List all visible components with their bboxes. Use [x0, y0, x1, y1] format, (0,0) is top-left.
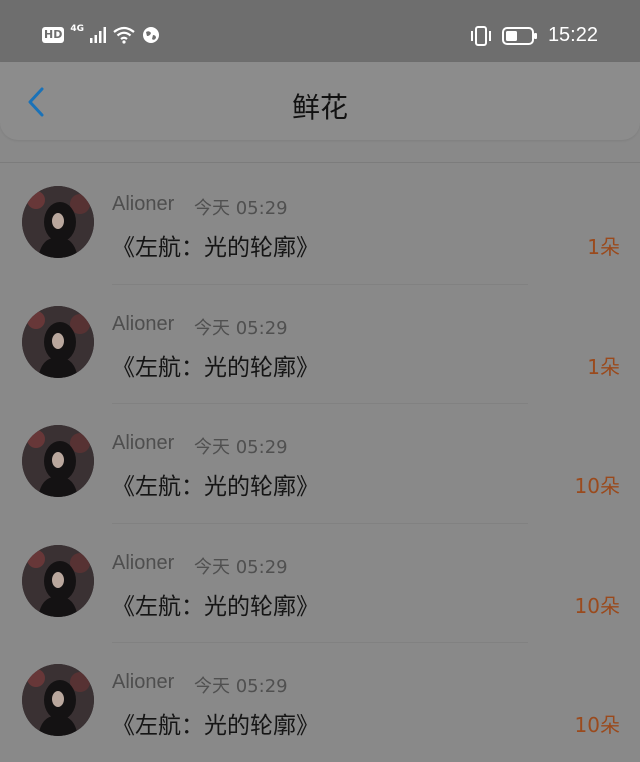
username[interactable]: Alioner: [112, 671, 174, 694]
timestamp: 今天 05:29: [194, 317, 288, 339]
avatar[interactable]: [22, 425, 94, 497]
avatar[interactable]: [22, 664, 94, 736]
list-item[interactable]: Alioner 今天 05:29 《左航：光的轮廓》 10朵: [0, 404, 640, 524]
battery-icon: [501, 26, 537, 45]
status-left-icons: HD 4G: [42, 24, 160, 44]
avatar[interactable]: [22, 186, 94, 258]
avatar[interactable]: [22, 544, 94, 617]
flower-count: 10朵: [574, 593, 620, 618]
list-item[interactable]: Alioner 今天 05:29 《左航：光的轮廓》 10朵: [0, 524, 640, 643]
status-right-icons: 15:22: [470, 24, 598, 47]
timestamp: 今天 05:29: [194, 437, 288, 458]
flowers-screen: HD 4G 15:22 鲜花 Alioner 今天 05:29 《左航：光的轮廓…: [0, 0, 640, 762]
username[interactable]: Alioner: [112, 193, 174, 216]
book-title[interactable]: 《左航：光的轮廓》: [112, 228, 319, 262]
app-header: 鲜花: [0, 62, 640, 140]
signal-icon: [90, 27, 106, 43]
flower-count: 10朵: [574, 713, 620, 737]
timestamp: 今天 05:29: [194, 198, 288, 219]
username[interactable]: Alioner: [112, 432, 174, 455]
book-title[interactable]: 《左航：光的轮廓》: [112, 348, 319, 382]
flower-count: 1朵: [587, 235, 620, 259]
list-item[interactable]: Alioner 今天 05:29 《左航：光的轮廓》 1朵: [0, 165, 640, 285]
hd-badge: HD: [42, 27, 65, 43]
flower-count: 10朵: [574, 474, 620, 498]
flower-list: Alioner 今天 05:29 《左航：光的轮廓》 1朵 Alioner 今天…: [0, 165, 640, 762]
avatar[interactable]: [22, 305, 94, 378]
list-item[interactable]: Alioner 今天 05:29 《左航：光的轮廓》 1朵: [0, 285, 640, 404]
page-title: 鲜花: [291, 91, 348, 124]
timestamp: 今天 05:29: [194, 556, 288, 578]
globe-icon: [143, 27, 159, 43]
status-bar: HD 4G 15:22: [0, 0, 640, 62]
flower-count: 1朵: [587, 354, 620, 379]
vibrate-icon: [470, 25, 491, 46]
book-title[interactable]: 《左航：光的轮廓》: [112, 587, 319, 621]
username[interactable]: Alioner: [112, 552, 174, 575]
network-type-label: 4G: [70, 24, 84, 34]
header-divider: [0, 162, 640, 163]
book-title[interactable]: 《左航：光的轮廓》: [112, 706, 319, 740]
book-title[interactable]: 《左航：光的轮廓》: [112, 467, 319, 501]
wifi-icon: [113, 26, 135, 44]
clock: 15:22: [547, 24, 598, 46]
username[interactable]: Alioner: [112, 313, 174, 336]
timestamp: 今天 05:29: [194, 676, 288, 697]
list-item[interactable]: Alioner 今天 05:29 《左航：光的轮廓》 10朵: [0, 643, 640, 762]
